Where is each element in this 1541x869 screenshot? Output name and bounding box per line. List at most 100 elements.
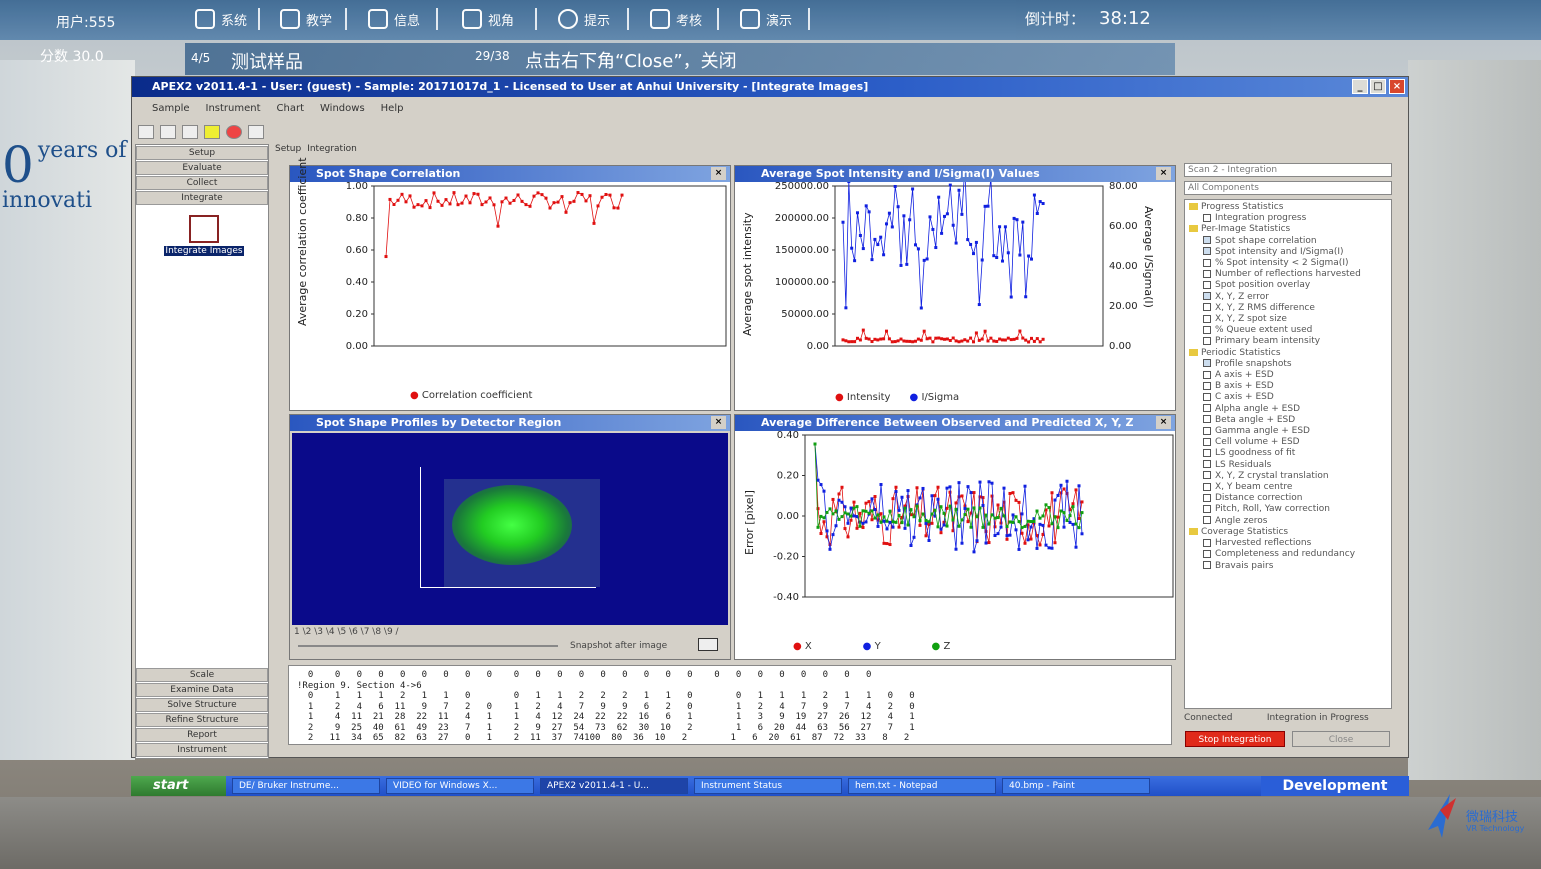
checkbox[interactable] <box>1203 258 1211 267</box>
checkbox[interactable] <box>1203 538 1211 547</box>
menu-instrument[interactable]: Instrument <box>206 103 261 114</box>
tree-item[interactable]: Progress Statistics <box>1189 202 1361 213</box>
close-window-button[interactable]: × <box>1389 79 1405 94</box>
tree-item[interactable]: Integration progress <box>1189 213 1361 224</box>
checkbox[interactable] <box>1203 303 1211 312</box>
nav-collect[interactable]: Collect <box>136 176 268 190</box>
tree-item[interactable]: Spot intensity and I/Sigma(I) <box>1189 247 1361 258</box>
tree-item[interactable]: Bravais pairs <box>1189 561 1361 572</box>
tab-setup[interactable]: Setup <box>275 144 301 154</box>
checkbox[interactable] <box>1203 236 1211 245</box>
tree-item[interactable]: Completeness and redundancy <box>1189 549 1361 560</box>
region-tabs[interactable]: 1 \2 \3 \4 \5 \6 \7 \8 \9 / <box>294 627 399 637</box>
checkbox[interactable] <box>1203 437 1211 446</box>
checkbox[interactable] <box>1203 359 1211 368</box>
tree-item[interactable]: LS goodness of fit <box>1189 448 1361 459</box>
tree-item[interactable]: Coverage Statistics <box>1189 527 1361 538</box>
save-icon[interactable] <box>182 125 198 139</box>
nav-teaching[interactable]: 教学 <box>280 8 332 30</box>
tree-item[interactable]: Per-Image Statistics <box>1189 224 1361 235</box>
tree-item[interactable]: X, Y beam centre <box>1189 482 1361 493</box>
checkbox[interactable] <box>1203 325 1211 334</box>
checkbox[interactable] <box>1203 493 1211 502</box>
tree-item[interactable]: X, Y, Z RMS difference <box>1189 303 1361 314</box>
checkbox[interactable] <box>1203 415 1211 424</box>
nav-exam[interactable]: 考核 <box>650 8 702 30</box>
nav-system[interactable]: 系统 <box>195 8 247 30</box>
nav-integrate[interactable]: Integrate <box>136 191 268 205</box>
component-select[interactable]: All Components <box>1184 181 1392 195</box>
close-panel-button[interactable]: × <box>1156 416 1171 429</box>
nav-scale[interactable]: Scale <box>136 668 268 682</box>
checkbox[interactable] <box>1203 280 1211 289</box>
new-icon[interactable] <box>138 125 154 139</box>
menu-chart[interactable]: Chart <box>277 103 304 114</box>
tree-item[interactable]: Alpha angle + ESD <box>1189 404 1361 415</box>
tree-item[interactable]: Number of reflections harvested <box>1189 269 1361 280</box>
menu-windows[interactable]: Windows <box>320 103 365 114</box>
menu-help[interactable]: Help <box>381 103 404 114</box>
task-button[interactable]: DE/ Bruker Instrume... <box>232 778 380 794</box>
tab-integration[interactable]: Integration <box>307 144 357 154</box>
tree-item[interactable]: Gamma angle + ESD <box>1189 426 1361 437</box>
tree-item[interactable]: Beta angle + ESD <box>1189 415 1361 426</box>
snapshot-icon[interactable] <box>698 638 718 651</box>
close-panel-button[interactable]: × <box>1156 167 1171 180</box>
integrate-images-item[interactable]: Integrate Images <box>164 215 244 265</box>
nav-refine-structure[interactable]: Refine Structure <box>136 713 268 727</box>
menu-sample[interactable]: Sample <box>152 103 190 114</box>
task-button[interactable]: APEX2 v2011.4-1 - U... <box>540 778 688 794</box>
nav-info[interactable]: 信息 <box>368 8 420 30</box>
start-button[interactable]: start <box>131 776 226 796</box>
checkbox[interactable] <box>1203 370 1211 379</box>
nav-report[interactable]: Report <box>136 728 268 742</box>
stop-icon[interactable] <box>226 125 242 139</box>
checkbox[interactable] <box>1203 336 1211 345</box>
tree-item[interactable]: % Spot intensity < 2 Sigma(I) <box>1189 258 1361 269</box>
nav-evaluate[interactable]: Evaluate <box>136 161 268 175</box>
maximize-button[interactable]: □ <box>1370 79 1386 94</box>
checkbox[interactable] <box>1203 460 1211 469</box>
checkbox[interactable] <box>1203 504 1211 513</box>
checkbox[interactable] <box>1203 516 1211 525</box>
tree-item[interactable]: C axis + ESD <box>1189 392 1361 403</box>
task-button[interactable]: Instrument Status <box>694 778 842 794</box>
nav-examine-data[interactable]: Examine Data <box>136 683 268 697</box>
tree-item[interactable]: % Queue extent used <box>1189 325 1361 336</box>
checkbox[interactable] <box>1203 448 1211 457</box>
task-button[interactable]: 40.bmp - Paint <box>1002 778 1150 794</box>
snapshot-slider[interactable] <box>298 645 558 647</box>
checkbox[interactable] <box>1203 549 1211 558</box>
tree-item[interactable]: X, Y, Z crystal translation <box>1189 471 1361 482</box>
checkbox[interactable] <box>1203 247 1211 256</box>
help-pointer-icon[interactable] <box>248 125 264 139</box>
checkbox[interactable] <box>1203 269 1211 278</box>
tree-item[interactable]: Distance correction <box>1189 493 1361 504</box>
note-icon[interactable] <box>204 125 220 139</box>
scan-select[interactable]: Scan 2 - Integration <box>1184 163 1392 177</box>
tree-item[interactable]: Primary beam intensity <box>1189 336 1361 347</box>
tree-item[interactable]: Spot shape correlation <box>1189 236 1361 247</box>
checkbox[interactable] <box>1203 482 1211 491</box>
checkbox[interactable] <box>1203 426 1211 435</box>
tree-item[interactable]: B axis + ESD <box>1189 381 1361 392</box>
nav-hint[interactable]: 提示 <box>558 8 610 30</box>
checkbox[interactable] <box>1203 292 1211 301</box>
nav-demo[interactable]: 演示 <box>740 8 792 30</box>
close-panel-button[interactable]: × <box>711 416 726 429</box>
tree-item[interactable]: Spot position overlay <box>1189 280 1361 291</box>
checkbox[interactable] <box>1203 381 1211 390</box>
close-button[interactable]: Close <box>1292 731 1390 747</box>
checkbox[interactable] <box>1203 561 1211 569</box>
minimize-button[interactable]: _ <box>1352 79 1368 94</box>
tree-item[interactable]: Pitch, Roll, Yaw correction <box>1189 504 1361 515</box>
checkbox[interactable] <box>1203 213 1211 222</box>
integration-log[interactable]: 0 0 0 0 0 0 0 0 0 0 0 0 0 0 0 0 0 0 0 0 … <box>288 665 1172 745</box>
close-panel-button[interactable]: × <box>711 167 726 180</box>
checkbox[interactable] <box>1203 471 1211 480</box>
tree-item[interactable]: Angle zeros <box>1189 516 1361 527</box>
nav-view[interactable]: 视角 <box>462 8 514 30</box>
tree-item[interactable]: A axis + ESD <box>1189 370 1361 381</box>
tree-item[interactable]: Periodic Statistics <box>1189 348 1361 359</box>
stop-integration-button[interactable]: Stop Integration <box>1185 731 1285 747</box>
